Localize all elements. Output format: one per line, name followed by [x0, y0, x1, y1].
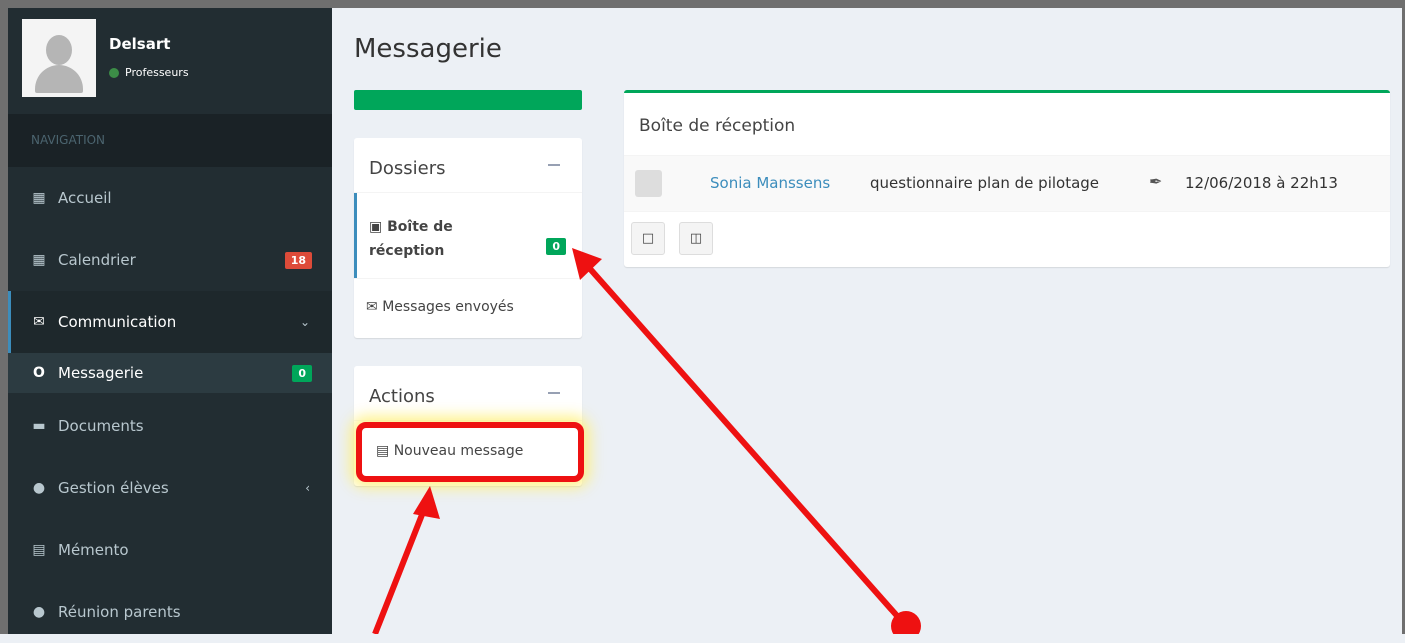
- annotation-arrow-right: [581, 260, 909, 628]
- annotation-arrows: [372, 248, 921, 634]
- annotation-arrowhead-left: [413, 486, 440, 519]
- annotation-arrow-left: [372, 500, 430, 634]
